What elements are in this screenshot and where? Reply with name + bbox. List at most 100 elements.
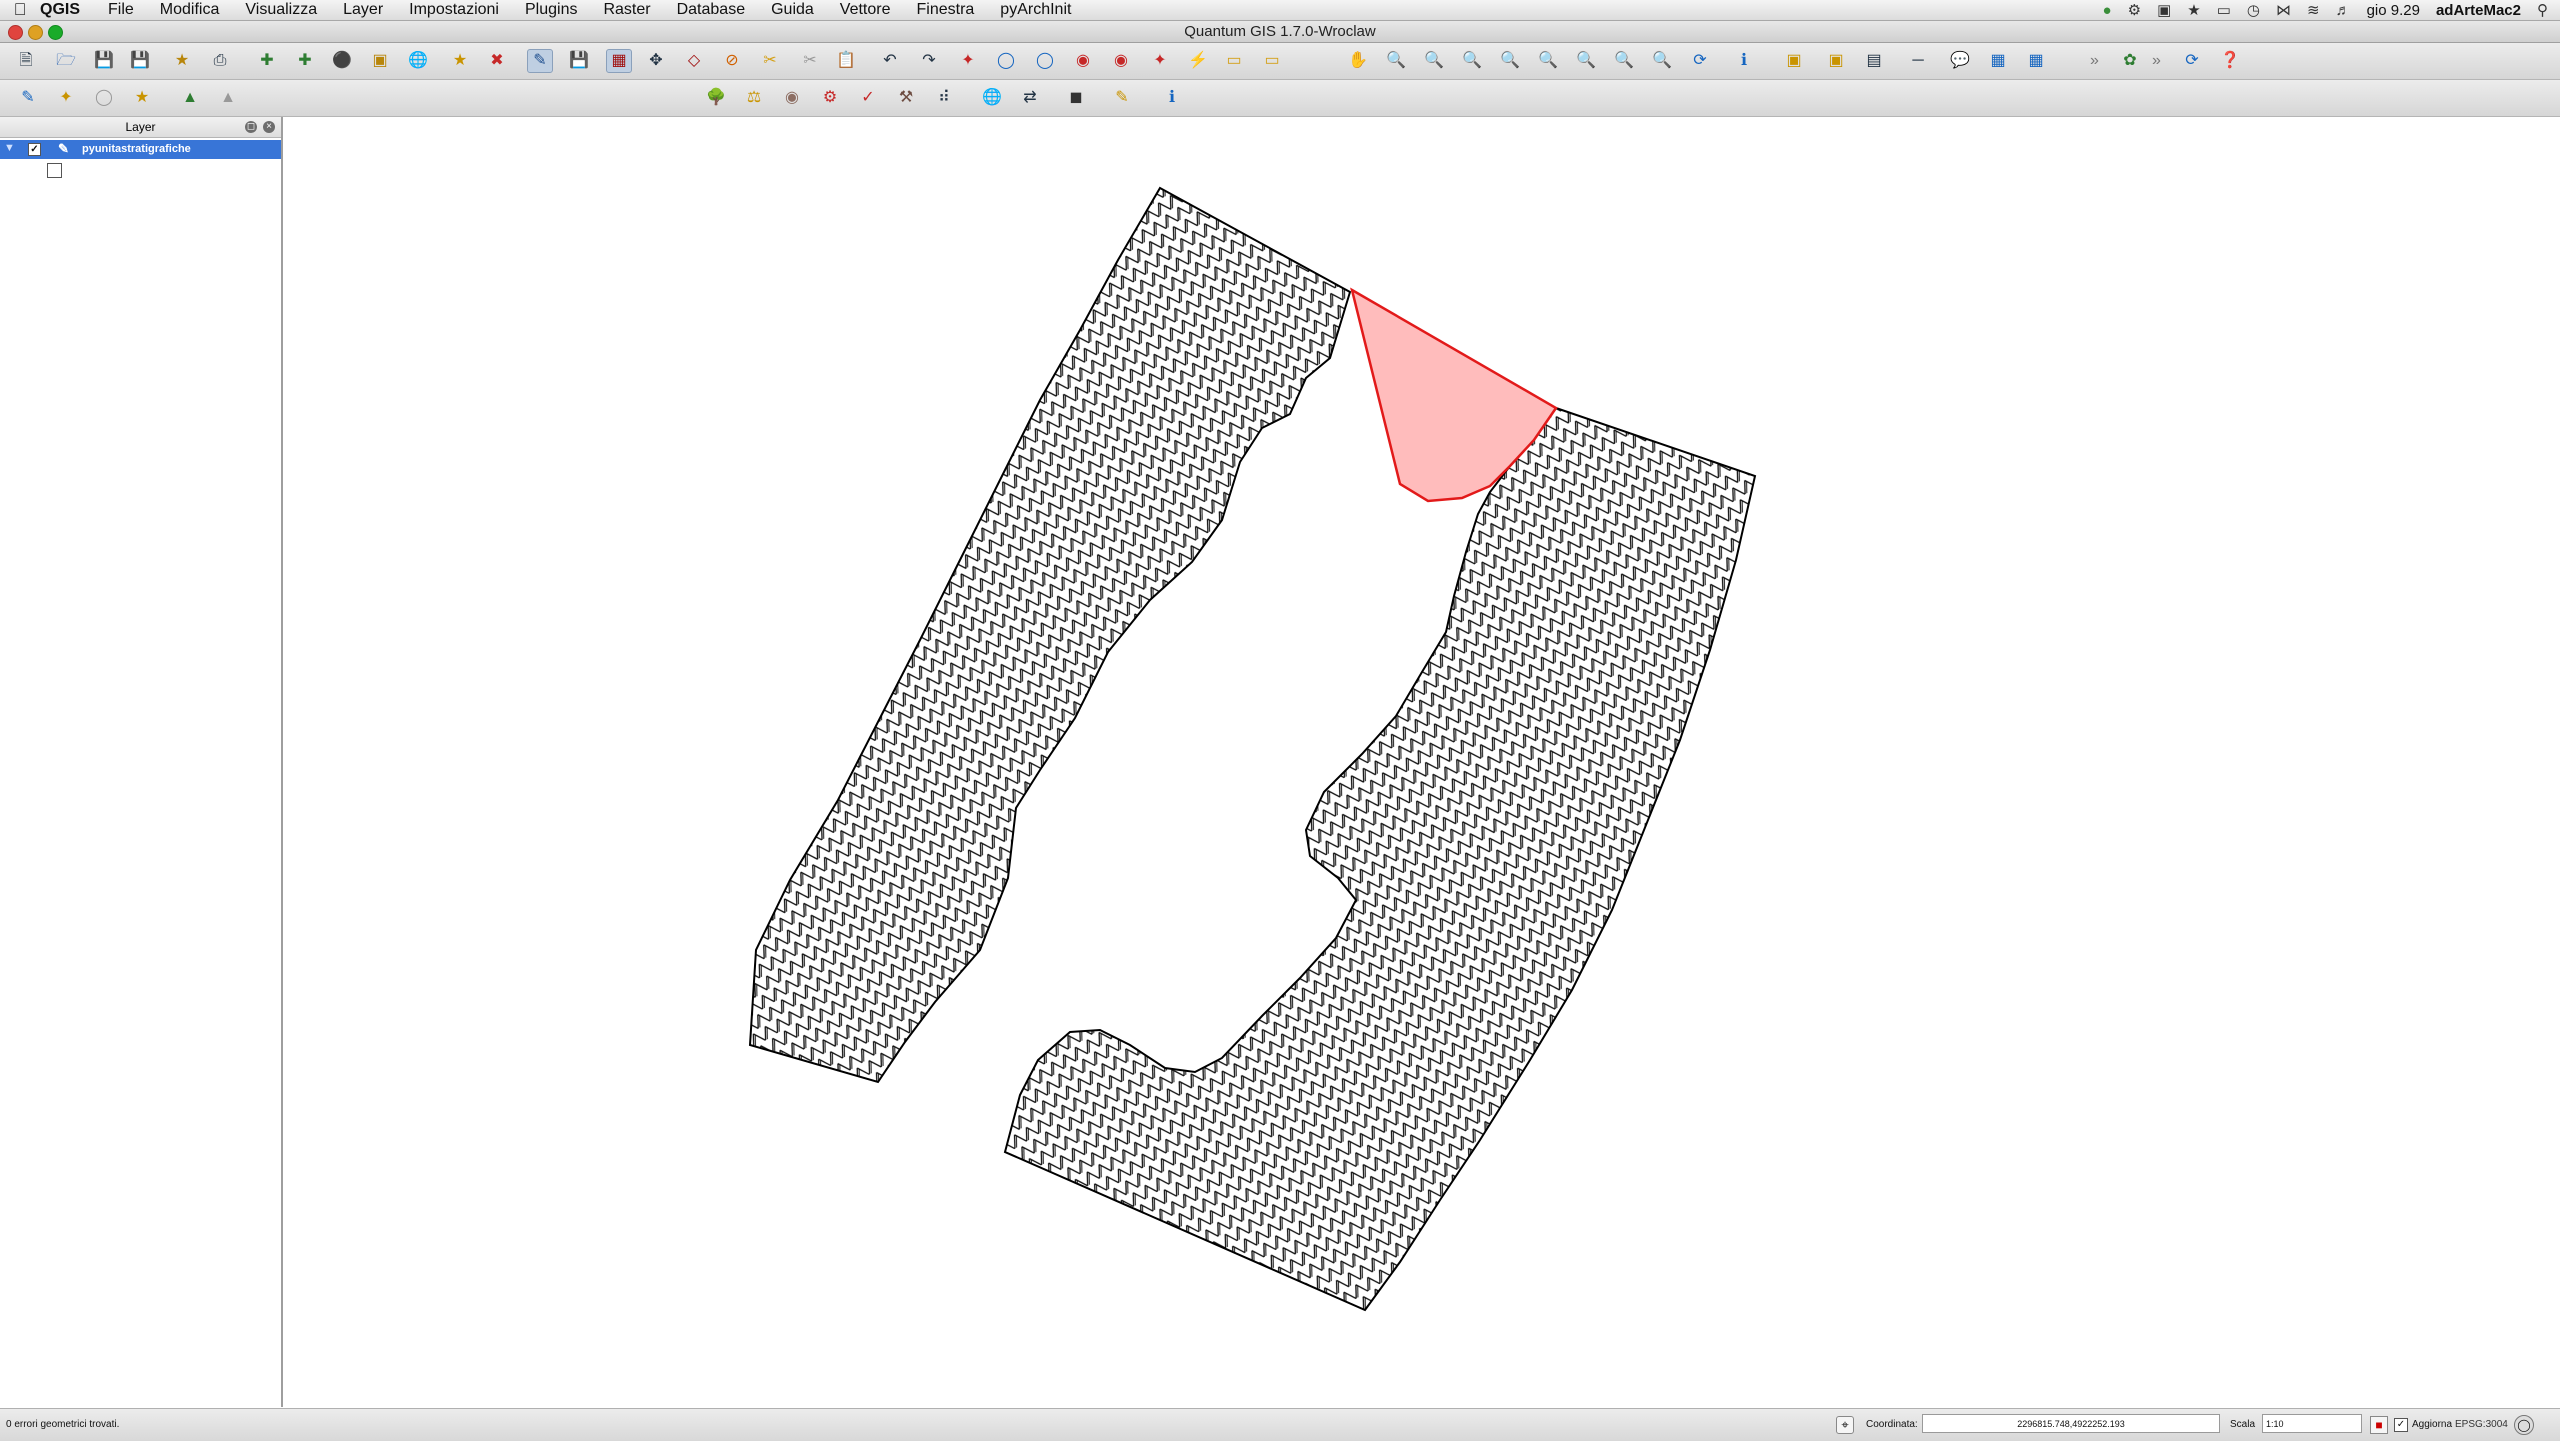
close-window-button[interactable] [8, 25, 23, 40]
add-ring-icon[interactable]: ◯ [994, 50, 1018, 72]
paste-features-icon[interactable]: 📋 [834, 50, 858, 72]
zoom-to-layer-icon[interactable]: 🔍 [1574, 50, 1598, 72]
zoom-actual-size-icon[interactable]: 🔍 [1460, 50, 1484, 72]
projection-globe-icon[interactable]: ◯ [2514, 1415, 2534, 1435]
move-feature-icon[interactable]: ✥ [644, 50, 668, 72]
vertex-editor-icon[interactable]: ★ [130, 87, 154, 109]
menu-guida[interactable]: Guida [771, 1, 814, 19]
redo-icon[interactable]: ↷ [917, 50, 941, 72]
script-icon[interactable]: ★ [2187, 1, 2200, 19]
save-edits-icon[interactable]: 💾 [567, 50, 591, 72]
menu-pyarchinit[interactable]: pyArchInit [1000, 1, 1071, 19]
open-project-icon[interactable]: 🗁 [54, 50, 78, 72]
add-spatialite-layer-icon[interactable]: ▣ [368, 50, 392, 72]
delete-selected-icon[interactable]: ⊘ [720, 50, 744, 72]
remove-layer-icon[interactable]: ✖ [485, 50, 509, 72]
wifi-icon[interactable]: ≋ [2307, 1, 2320, 19]
menu-file[interactable]: File [108, 1, 134, 19]
add-feature-icon[interactable]: ◇ [682, 50, 706, 72]
menu-impostazioni[interactable]: Impostazioni [409, 1, 499, 19]
print-composer-icon[interactable]: ⎙ [208, 50, 232, 72]
new-shapefile-icon[interactable]: ★ [448, 50, 472, 72]
undo-icon[interactable]: ↶ [878, 50, 902, 72]
pyarchinit-sync-icon[interactable]: ⇄ [1018, 87, 1042, 109]
menu-visualizza[interactable]: Visualizza [245, 1, 317, 19]
reshape-features-icon[interactable]: ✦ [1148, 50, 1172, 72]
display-icon[interactable]: ▭ [2217, 1, 2231, 19]
stratigraphic-unit-polygon-west[interactable] [748, 186, 1352, 1084]
show-bookmarks-icon[interactable]: ▦ [2024, 50, 2048, 72]
identify-features-icon[interactable]: ℹ [1732, 50, 1756, 72]
minimize-window-button[interactable] [28, 25, 43, 40]
new-print-composer-icon[interactable]: ★ [170, 50, 194, 72]
merge-attributes-icon[interactable]: ▭ [1260, 50, 1284, 72]
pyarchinit-gis-icon[interactable]: 🌐 [980, 87, 1004, 109]
node-tool-icon[interactable]: ▦ [606, 49, 632, 73]
add-wms-layer-icon[interactable]: 🌐 [406, 50, 430, 72]
add-postgis-layer-icon[interactable]: ⚫ [330, 50, 354, 72]
bluetooth-icon[interactable]: ⋈ [2276, 1, 2291, 19]
grass-tools-icon[interactable]: ✿ [2118, 50, 2142, 72]
terrain-tool-icon[interactable]: ▲ [178, 87, 202, 109]
select-features-icon[interactable]: ▣ [1782, 50, 1806, 72]
expand-triangle-icon[interactable]: ▼ [4, 142, 15, 154]
apple-menu-icon[interactable]:  [0, 0, 40, 20]
georef-tool-icon[interactable]: ✦ [54, 87, 78, 109]
measure-line-icon[interactable]: ─ [1906, 50, 1930, 72]
save-project-icon[interactable]: 💾 [92, 50, 116, 72]
map-canvas[interactable] [283, 117, 2560, 1407]
app-menu[interactable]: QGIS [40, 1, 80, 19]
deselect-features-icon[interactable]: ▣ [1824, 50, 1848, 72]
coordinate-toggle-icon[interactable]: ⌖ [1836, 1416, 1854, 1434]
gear-icon[interactable]: ⚙ [2128, 1, 2141, 19]
add-part-icon[interactable]: ◯ [1033, 50, 1057, 72]
pyarchinit-periodization-icon[interactable]: ◉ [780, 87, 804, 109]
zoom-last-icon[interactable]: 🔍 [1612, 50, 1636, 72]
spotlight-search-icon[interactable]: ⚲ [2537, 1, 2548, 19]
zoom-to-selection-icon[interactable]: 🔍 [1536, 50, 1560, 72]
user-name[interactable]: adArteMac2 [2436, 2, 2521, 19]
snapping-tool-icon[interactable]: ◯ [92, 87, 116, 109]
cut-features-icon[interactable]: ✂ [758, 50, 782, 72]
delete-part-icon[interactable]: ◉ [1109, 50, 1133, 72]
pyarchinit-structure-icon[interactable]: ✓ [856, 87, 880, 109]
crs-label[interactable]: EPSG:3004 [2455, 1419, 2508, 1430]
layer-visibility-checkbox[interactable]: ✓ [28, 143, 41, 156]
zoom-out-icon[interactable]: 🔍 [1422, 50, 1446, 72]
layer-item[interactable]: ▼ ✓ ✎ pyunitastratigrafiche [0, 140, 281, 159]
clock[interactable]: gio 9.29 [2367, 2, 2420, 19]
refresh-icon[interactable]: ⟳ [1688, 50, 1712, 72]
evernote-icon[interactable]: ● [2103, 2, 2112, 19]
stop-render-icon[interactable]: ■ [2370, 1416, 2388, 1434]
digitize-tool-icon[interactable]: ✎ [16, 87, 40, 109]
profile-tool-icon[interactable]: ▲ [216, 87, 240, 109]
scale-field[interactable]: 1:10 [2262, 1414, 2362, 1433]
pan-hand-icon[interactable]: ✋ [1346, 50, 1370, 72]
menu-layer[interactable]: Layer [343, 1, 383, 19]
zoom-full-icon[interactable]: 🔍 [1498, 50, 1522, 72]
split-features-icon[interactable]: ⚡ [1186, 50, 1210, 72]
open-attribute-table-icon[interactable]: ▤ [1862, 50, 1886, 72]
float-panel-icon[interactable]: ◻ [245, 121, 257, 133]
new-bookmark-icon[interactable]: ▦ [1986, 50, 2010, 72]
pyarchinit-search-icon[interactable]: ✎ [1110, 87, 1134, 109]
pyarchinit-sample-icon[interactable]: ⠾ [932, 87, 956, 109]
whats-this-help-icon[interactable]: ❓ [2218, 50, 2242, 72]
volume-icon[interactable]: ♬ [2336, 2, 2351, 19]
menu-raster[interactable]: Raster [603, 1, 650, 19]
pyarchinit-info-icon[interactable]: ℹ [1160, 87, 1184, 109]
zoom-in-icon[interactable]: 🔍 [1384, 50, 1408, 72]
menu-finestra[interactable]: Finestra [917, 1, 975, 19]
zoom-window-button[interactable] [48, 25, 63, 40]
zoom-next-icon[interactable]: 🔍 [1650, 50, 1674, 72]
menu-database[interactable]: Database [677, 1, 746, 19]
menu-vettore[interactable]: Vettore [840, 1, 891, 19]
copy-features-icon[interactable]: ✂ [798, 50, 822, 72]
render-checkbox[interactable]: ✓ [2394, 1418, 2408, 1432]
coordinate-field[interactable]: 2296815.748,4922252.193 [1922, 1414, 2220, 1433]
merge-features-icon[interactable]: ▭ [1222, 50, 1246, 72]
simplify-feature-icon[interactable]: ✦ [956, 50, 980, 72]
add-vector-layer-icon[interactable]: ✚ [255, 50, 279, 72]
menu-modifica[interactable]: Modifica [160, 1, 220, 19]
pyarchinit-inventory-icon[interactable]: ⚙ [818, 87, 842, 109]
